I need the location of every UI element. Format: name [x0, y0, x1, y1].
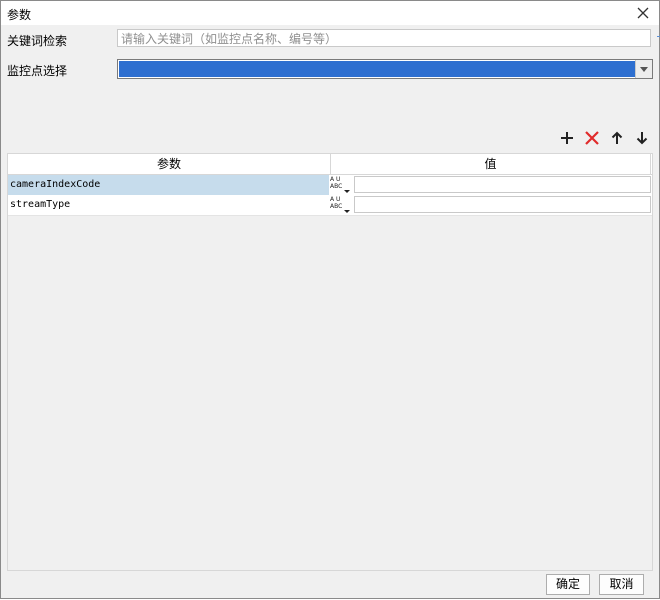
type-icon-top: A U [330, 176, 341, 183]
keyword-search-input[interactable]: 请输入关键词（如监控点名称、编号等） [117, 29, 651, 47]
title-bar: 参数 [1, 1, 659, 25]
plus-icon[interactable] [558, 129, 576, 147]
monitor-select-label: 监控点选择 [7, 64, 68, 78]
param-value-input[interactable] [354, 196, 651, 213]
type-icon-bottom: ABC [330, 183, 343, 190]
dropdown-triangle-icon [344, 190, 350, 193]
chevron-down-icon[interactable] [635, 60, 652, 78]
param-name-cell[interactable]: streamType [8, 195, 329, 215]
type-icon-top: A U [330, 196, 341, 203]
delete-x-icon[interactable] [583, 129, 601, 147]
table-header: 参数 值 [8, 154, 652, 175]
table-row[interactable]: streamType A U ABC [8, 195, 652, 216]
table-row[interactable]: cameraIndexCode A U ABC [8, 175, 652, 196]
parameter-table: 参数 值 cameraIndexCode A U ABC streamType … [7, 153, 653, 571]
dialog-title: 参数 [7, 8, 32, 22]
arrow-down-icon[interactable] [633, 129, 651, 147]
param-name-cell[interactable]: cameraIndexCode [8, 175, 329, 195]
cancel-button[interactable]: 取消 [599, 574, 644, 595]
column-header-param[interactable]: 参数 [8, 154, 331, 174]
abc-type-icon[interactable]: A U ABC [330, 176, 352, 194]
parameter-dialog: 参数 关键词检索 请输入关键词（如监控点名称、编号等） 监控点选择 参数 值 c… [0, 0, 660, 599]
abc-type-icon[interactable]: A U ABC [330, 196, 352, 214]
monitor-select-value [119, 61, 635, 77]
param-value-input[interactable] [354, 176, 651, 193]
close-icon[interactable] [633, 3, 653, 23]
ok-button[interactable]: 确定 [546, 574, 590, 595]
dropdown-triangle-icon [344, 210, 350, 213]
arrow-up-icon[interactable] [608, 129, 626, 147]
type-icon-bottom: ABC [330, 203, 343, 210]
monitor-point-select[interactable] [117, 59, 653, 79]
column-header-value[interactable]: 值 [331, 154, 651, 174]
keyword-label: 关键词检索 [7, 34, 68, 48]
